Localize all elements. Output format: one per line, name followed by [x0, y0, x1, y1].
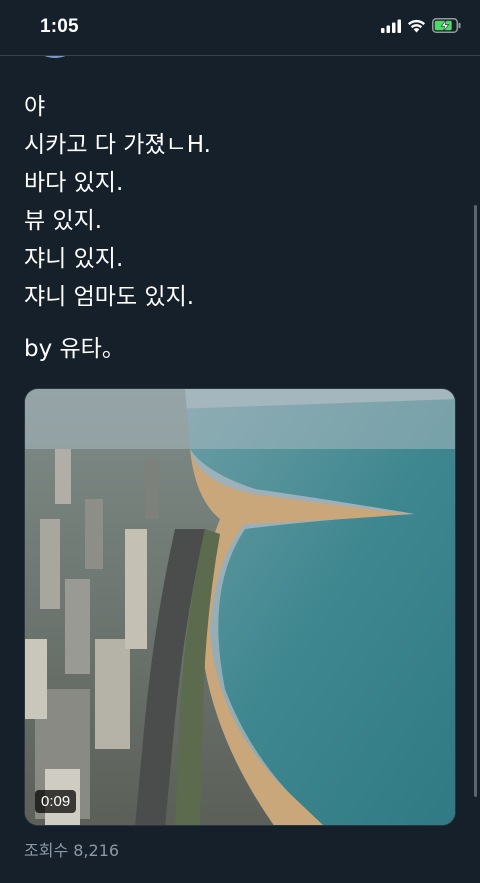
video-duration-badge: 0:09: [35, 790, 77, 813]
tweet-line: 뷰 있지.: [24, 208, 103, 234]
tweet-line: 시카고 다 가졌ㄴH.: [24, 132, 211, 158]
scrollbar[interactable]: [474, 205, 477, 797]
view-count: 조회수 8,216: [24, 841, 120, 860]
tweet-text: 야 시카고 다 가졌ㄴH. 바다 있지. 뷰 있지. 쟈니 있지. 쟈니 엄마도…: [24, 88, 444, 316]
tweet-signoff: by 유타。: [24, 336, 125, 362]
tweet-line: 쟈니 엄마도 있지.: [24, 284, 195, 310]
tweet-line: 야: [24, 94, 46, 120]
signal-icon: [381, 18, 401, 37]
status-bar: 1:05: [0, 0, 480, 58]
battery-charging-icon: [432, 18, 462, 37]
video-player[interactable]: 0:09: [24, 388, 456, 826]
status-icons: [381, 18, 462, 37]
status-time: 1:05: [40, 16, 79, 37]
video-thumbnail: [25, 389, 455, 825]
wifi-icon: [407, 18, 426, 37]
tweet-line: 바다 있지.: [24, 170, 124, 196]
tweet-line: 쟈니 있지.: [24, 246, 124, 272]
header-divider: [0, 55, 480, 56]
